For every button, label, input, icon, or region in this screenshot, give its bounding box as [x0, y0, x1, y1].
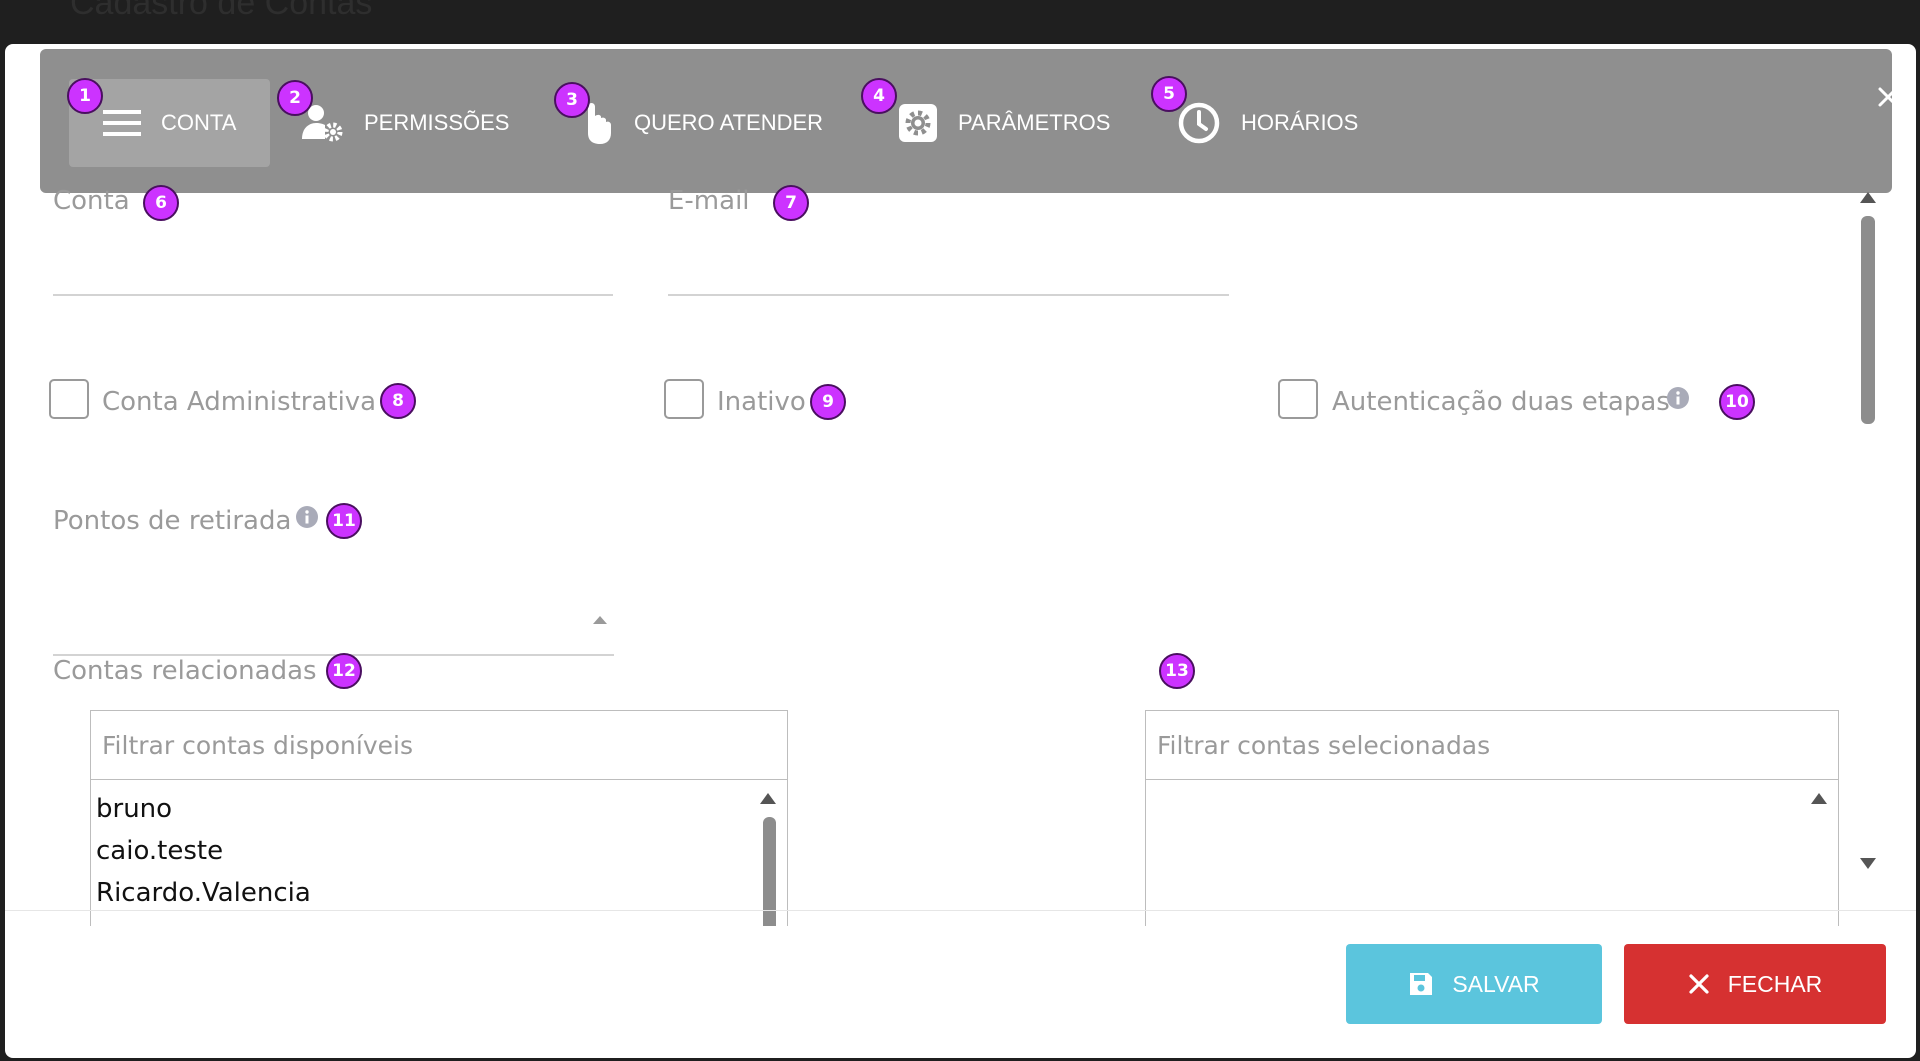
conta-administrativa-checkbox[interactable] [49, 379, 89, 419]
save-icon [1410, 973, 1433, 995]
list-item[interactable]: Ricardo.Valencia [96, 878, 311, 908]
annotation-badge: 4 [861, 78, 897, 114]
footer-divider [5, 910, 1916, 911]
scroll-up-arrow[interactable] [1811, 793, 1827, 804]
annotation-badge: 6 [143, 185, 179, 221]
annotation-badge: 7 [773, 185, 809, 221]
inativo-checkbox[interactable] [664, 379, 704, 419]
tab-horarios[interactable]: HORÁRIOS [1177, 79, 1358, 167]
annotation-badge: 2 [277, 80, 313, 116]
tab-permissoes[interactable]: PERMISSÕES [302, 79, 509, 167]
list-item[interactable]: caio.teste [96, 836, 223, 866]
tab-label: QUERO ATENDER [634, 110, 824, 135]
close-icon[interactable] [1872, 81, 1904, 113]
pontos-retirada-select[interactable] [53, 574, 614, 658]
info-icon[interactable] [296, 506, 318, 528]
selected-accounts-filter[interactable] [1145, 710, 1839, 780]
email-label: E-mail [668, 186, 750, 216]
clock-icon [1178, 102, 1220, 144]
tab-label: CONTA [161, 110, 237, 135]
annotation-badge: 9 [810, 384, 846, 420]
info-icon[interactable] [1667, 387, 1689, 409]
available-accounts-list[interactable]: bruno caio.teste Ricardo.Valencia [90, 780, 788, 926]
tab-quero-atender[interactable]: QUERO ATENDER [580, 79, 823, 167]
gear-icon [899, 104, 937, 142]
conta-input[interactable] [53, 252, 613, 296]
scroll-up-arrow[interactable] [1860, 192, 1876, 203]
annotation-badge: 5 [1151, 76, 1187, 112]
annotation-badge: 10 [1719, 384, 1755, 420]
account-modal: CONTA 1 PERMISSÕES 2 QUERO ATENDER 3 PAR… [5, 44, 1916, 1058]
tab-label: PARÂMETROS [958, 110, 1111, 135]
available-accounts-filter[interactable] [90, 710, 788, 780]
list-item[interactable]: bruno [96, 794, 172, 824]
conta-label: Conta [53, 186, 130, 216]
autenticacao-checkbox[interactable] [1278, 379, 1318, 419]
email-input[interactable] [668, 252, 1229, 296]
pontos-retirada-label: Pontos de retirada [53, 506, 292, 536]
inativo-label: Inativo [717, 387, 806, 417]
annotation-badge: 8 [380, 383, 416, 419]
scroll-up-arrow[interactable] [760, 793, 776, 804]
background-page-title: Cadastro de Contas [70, 0, 373, 22]
save-button[interactable]: SALVAR [1346, 944, 1602, 1024]
menu-icon [103, 110, 141, 136]
scrollbar-thumb[interactable] [1861, 216, 1875, 424]
annotation-badge: 13 [1159, 653, 1195, 689]
selected-accounts-list[interactable] [1145, 780, 1839, 926]
tab-label: HORÁRIOS [1241, 110, 1359, 135]
close-button[interactable]: FECHAR [1624, 944, 1886, 1024]
tab-parametros[interactable]: PARÂMETROS [898, 79, 1110, 167]
annotation-badge: 1 [67, 78, 103, 114]
annotation-badge: 11 [326, 503, 362, 539]
scroll-down-arrow[interactable] [1860, 858, 1876, 869]
close-icon [1689, 974, 1709, 994]
annotation-badge: 12 [326, 653, 362, 689]
annotation-badge: 3 [554, 82, 590, 118]
conta-administrativa-label: Conta Administrativa [102, 387, 377, 417]
tab-bar: CONTA 1 PERMISSÕES 2 QUERO ATENDER 3 PAR… [40, 49, 1898, 193]
tab-label: PERMISSÕES [364, 110, 510, 135]
contas-relacionadas-label: Contas relacionadas [53, 656, 317, 686]
autenticacao-label: Autenticação duas etapas [1332, 387, 1670, 417]
close-label: FECHAR [1727, 970, 1823, 997]
caret-up-icon [593, 616, 607, 624]
save-label: SALVAR [1452, 970, 1540, 997]
